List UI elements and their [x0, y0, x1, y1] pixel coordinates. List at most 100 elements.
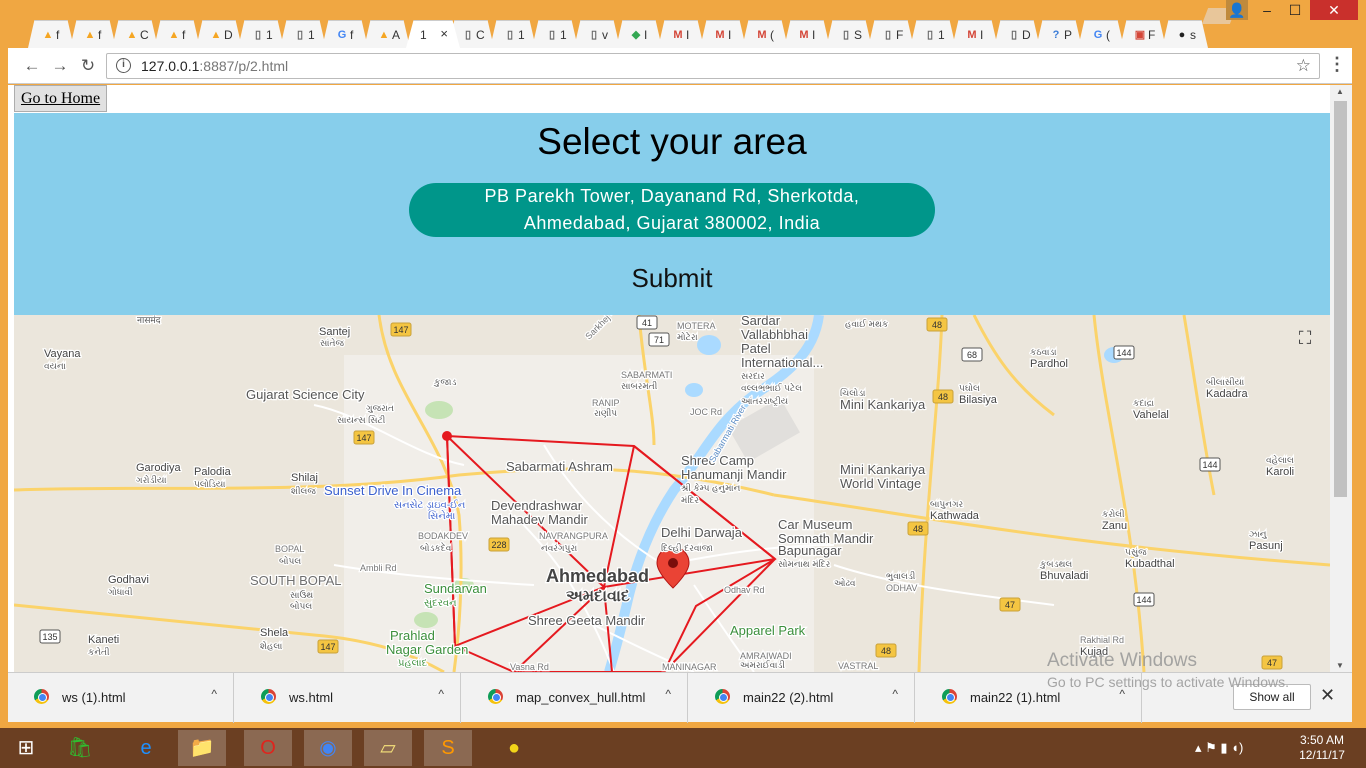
sticky-notes-icon[interactable]: ▱	[364, 730, 412, 766]
page-scrollbar[interactable]: ▲ ▼	[1330, 85, 1352, 672]
browser-tab[interactable]: ▲ A	[364, 20, 410, 48]
browser-tab[interactable]: ▯ 1	[532, 20, 578, 48]
submit-button[interactable]: Submit	[14, 263, 1330, 294]
browser-tab[interactable]: MI	[700, 20, 746, 48]
scroll-down-arrow[interactable]: ▼	[1336, 661, 1344, 670]
map-view[interactable]: 147 147 147 41 71 48 48 48 48 47 47 68 144 144 144 228 1…	[14, 315, 1330, 672]
tab-title: I	[686, 28, 690, 42]
download-item[interactable]: map_convex_hull.html ^	[462, 673, 688, 723]
map-place-label: ઓઢવ	[834, 577, 856, 588]
sublime-icon[interactable]: S	[424, 730, 472, 766]
browser-tab[interactable]: ? P	[1036, 20, 1082, 48]
road-shield-number: 147	[356, 433, 371, 443]
go-to-home-button[interactable]: Go to Home	[14, 85, 108, 112]
download-options-caret-icon[interactable]: ^	[665, 687, 671, 701]
browser-tab[interactable]: G(	[1078, 20, 1124, 48]
browser-tab[interactable]: ▲ f	[154, 20, 200, 48]
browser-tab[interactable]: ▯ 1	[280, 20, 326, 48]
download-item[interactable]: main22 (2).html ^	[689, 673, 915, 723]
address-bar[interactable]: i 127.0.0.1:8887/p/2.html ☆	[106, 53, 1320, 79]
area-selection-panel: Select your area PB Parekh Tower, Dayana…	[14, 113, 1330, 315]
map-place-label: Kaneti	[88, 634, 119, 646]
download-options-caret-icon[interactable]: ^	[438, 687, 444, 701]
download-item[interactable]: ws.html ^	[235, 673, 461, 723]
close-window-button[interactable]: ✕	[1310, 0, 1358, 20]
download-options-caret-icon[interactable]: ^	[211, 687, 217, 701]
browser-tab[interactable]: MI	[784, 20, 830, 48]
app-ok-icon[interactable]: ●	[490, 730, 538, 766]
browser-tab[interactable]: ▲ f	[70, 20, 116, 48]
back-icon[interactable]: ←	[22, 56, 42, 76]
map-place-label: બોપલ	[290, 600, 312, 611]
tab-title: D	[1022, 28, 1031, 42]
map-place-label: Bilasiya	[959, 394, 998, 406]
map-place-label: કદાદ્રા	[1133, 398, 1154, 408]
browser-tab[interactable]: ▯ 1	[910, 20, 956, 48]
lake	[685, 383, 703, 397]
url-text[interactable]: 127.0.0.1:8887/p/2.html	[141, 58, 288, 74]
browser-tab[interactable]: MI	[658, 20, 704, 48]
road-shield-number: 41	[642, 318, 652, 328]
map-place-label: SOUTH BOPAL	[250, 573, 342, 588]
map-place-label: ઝાનુ	[1249, 529, 1267, 539]
browser-tab[interactable]: ▯ v	[574, 20, 620, 48]
bookmark-star-icon[interactable]: ☆	[1296, 56, 1311, 76]
browser-tab[interactable]: ▯ F	[868, 20, 914, 48]
map-place-label: વયના	[44, 361, 66, 371]
browser-tab[interactable]: ▯ S	[826, 20, 872, 48]
download-item[interactable]: ws (1).html ^	[8, 673, 234, 723]
reload-icon[interactable]: ↻	[78, 56, 98, 76]
download-options-caret-icon[interactable]: ^	[892, 687, 898, 701]
opera-icon[interactable]: O	[244, 730, 292, 766]
fullscreen-icon[interactable]: ⛶	[1294, 327, 1316, 349]
file-explorer-icon[interactable]: 📁	[178, 730, 226, 766]
maximize-button[interactable]: ☐	[1282, 0, 1308, 20]
chrome-file-icon	[942, 689, 957, 704]
close-downloads-bar-icon[interactable]: ✕	[1320, 685, 1335, 706]
browser-menu-icon[interactable]: ⋮	[1328, 54, 1346, 75]
map-place-label: RANIP	[592, 398, 620, 408]
browser-tab[interactable]: ▣ F	[1120, 20, 1166, 48]
browser-tab[interactable]: M(	[742, 20, 788, 48]
road-shield-number: 147	[393, 325, 408, 335]
map-place-label: Odhav Rd	[724, 585, 765, 595]
browser-tab[interactable]: ◆ I	[616, 20, 662, 48]
download-filename: main22 (1).html	[970, 690, 1061, 705]
map-place-label: Gujarat Science City	[246, 387, 365, 402]
scroll-thumb[interactable]	[1334, 101, 1347, 497]
windows-start-icon[interactable]: ⊞	[2, 730, 50, 766]
browser-tab[interactable]: ▯ 1	[238, 20, 284, 48]
scroll-up-arrow[interactable]: ▲	[1336, 87, 1344, 96]
ie-icon[interactable]: e	[122, 730, 170, 766]
map-place-label: શેહલા	[260, 640, 282, 651]
map-canvas[interactable]: 147147147417148484848474768 1441441442281…	[14, 315, 1330, 672]
browser-tab[interactable]: ▯ 1	[490, 20, 536, 48]
hull-vertex-marker[interactable]	[442, 431, 452, 441]
info-icon[interactable]: i	[116, 58, 131, 73]
browser-tab[interactable]: Gf	[322, 20, 368, 48]
browser-tab[interactable]: ▲ f	[28, 20, 74, 48]
chrome-icon[interactable]: ◉	[304, 730, 352, 766]
clock[interactable]: 3:50 AM 12/11/17	[1296, 733, 1348, 763]
browser-tab[interactable]: ▲ C	[112, 20, 158, 48]
gmail-icon: M	[715, 29, 725, 41]
chrome-file-icon	[34, 689, 49, 704]
browser-tab[interactable]: ▯ D	[994, 20, 1040, 48]
minimize-button[interactable]: –	[1254, 0, 1280, 20]
close-tab-icon[interactable]: ×	[440, 26, 448, 41]
browser-tab[interactable]: 1 ×	[406, 20, 460, 48]
browser-tab[interactable]: ▲ D	[196, 20, 242, 48]
store-icon[interactable]: 🛍	[56, 730, 104, 766]
tab-title: 1	[266, 28, 273, 42]
map-place-label: ગરોડીયા	[136, 474, 167, 485]
map-place-label: સરદાર	[741, 371, 765, 381]
tab-title: I	[812, 28, 816, 42]
chrome-file-icon	[261, 689, 276, 704]
browser-tab[interactable]: MI	[952, 20, 998, 48]
user-icon[interactable]: 👤	[1226, 0, 1248, 20]
road-shield: 48	[932, 389, 954, 404]
selected-address-display[interactable]: PB Parekh Tower, Dayanand Rd, Sherkotda,…	[409, 183, 935, 237]
forward-icon[interactable]: →	[50, 56, 70, 76]
browser-tab[interactable]: ● s	[1162, 20, 1208, 48]
system-tray[interactable]: ▴ ⚑ ▮ ◖)	[1195, 740, 1243, 756]
